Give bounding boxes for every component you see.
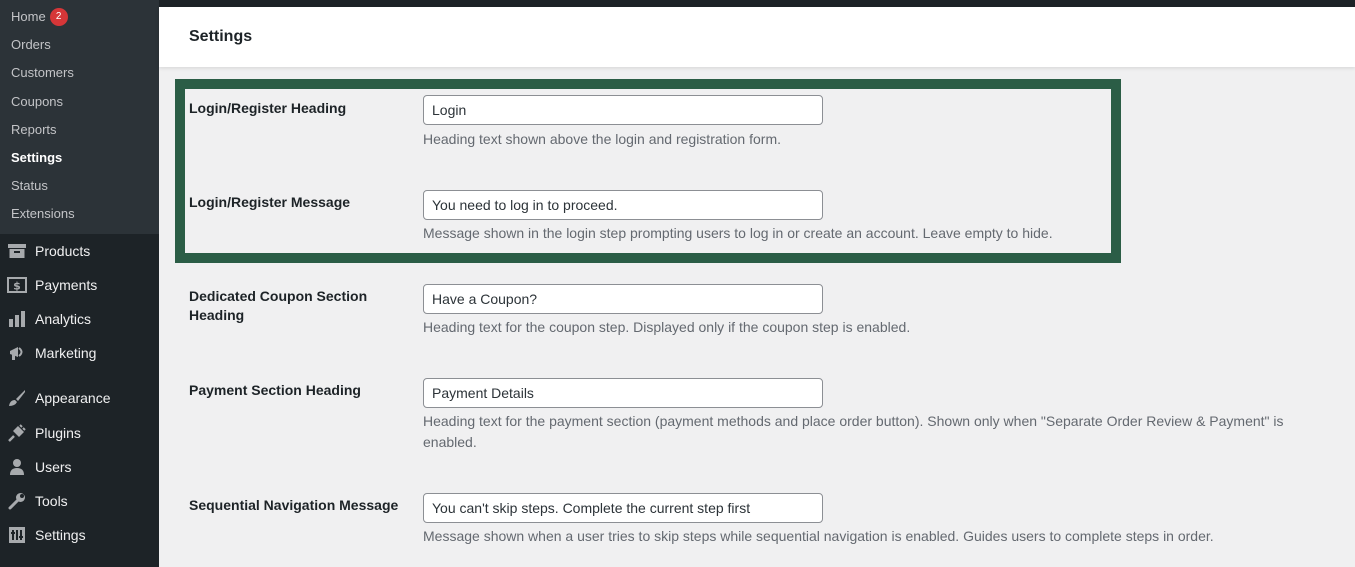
menu-item-settings[interactable]: Settings	[0, 518, 159, 552]
field-description: Heading text for the coupon step. Displa…	[423, 319, 911, 335]
login-message-input[interactable]	[423, 190, 823, 220]
plugins-icon	[7, 423, 27, 443]
field-description: Message shown when a user tries to skip …	[423, 528, 1214, 544]
woocommerce-submenu: Home 2 Orders Customers Coupons Reports S…	[0, 0, 159, 234]
svg-text:$: $	[13, 280, 21, 293]
analytics-icon	[7, 309, 27, 329]
menu-item-plugins[interactable]: Plugins	[0, 416, 159, 450]
menu-item-tools[interactable]: Tools	[0, 484, 159, 518]
field-description: Message shown in the login step promptin…	[423, 225, 1053, 241]
menu-item-users[interactable]: Users	[0, 450, 159, 484]
page-title: Settings	[189, 28, 253, 45]
users-icon	[7, 457, 27, 477]
menu-item-label: Users	[35, 459, 72, 475]
notification-badge: 2	[49, 8, 68, 26]
admin-bar	[0, 0, 1355, 7]
menu-item-payments[interactable]: $ Payments	[0, 268, 159, 302]
menu-item-label: Products	[35, 243, 91, 259]
menu-item-label: Settings	[35, 527, 86, 543]
settings-icon	[7, 525, 27, 545]
sequential-message-input[interactable]	[423, 493, 823, 523]
menu-item-label: Plugins	[35, 425, 81, 441]
field-description: Heading text for the payment section (pa…	[423, 413, 1284, 450]
page-header: Settings	[159, 7, 1355, 67]
menu-item-appearance[interactable]: Appearance	[0, 381, 159, 415]
submenu-item-label: Home	[11, 9, 46, 24]
submenu-item-coupons[interactable]: Coupons	[11, 93, 63, 111]
menu-item-label: Tools	[35, 493, 68, 509]
login-heading-input[interactable]	[423, 95, 823, 125]
marketing-icon	[7, 343, 27, 363]
submenu-item-extensions[interactable]: Extensions	[11, 205, 75, 223]
menu-item-marketing[interactable]: Marketing	[0, 336, 159, 370]
appearance-icon	[7, 388, 27, 408]
field-label-login-heading: Login/Register Heading	[189, 100, 347, 116]
menu-item-label: Payments	[35, 277, 98, 293]
submenu-item-home[interactable]: Home 2	[11, 8, 68, 26]
payments-icon: $	[7, 275, 27, 295]
submenu-item-reports[interactable]: Reports	[11, 121, 57, 139]
menu-item-products[interactable]: Products	[0, 234, 159, 268]
field-description: Heading text shown above the login and r…	[423, 131, 781, 147]
submenu-item-orders[interactable]: Orders	[11, 36, 51, 54]
tools-icon	[7, 491, 27, 511]
menu-item-analytics[interactable]: Analytics	[0, 302, 159, 336]
field-label-payment-heading: Payment Section Heading	[189, 382, 361, 398]
field-label-sequential-message: Sequential Navigation Message	[189, 497, 399, 513]
field-label-coupon-heading: Dedicated Coupon Section Heading	[189, 288, 368, 323]
submenu-item-customers[interactable]: Customers	[11, 64, 74, 82]
products-icon	[7, 241, 27, 261]
coupon-heading-input[interactable]	[423, 284, 823, 314]
admin-sidebar: Home 2 Orders Customers Coupons Reports S…	[0, 0, 159, 567]
field-label-login-message: Login/Register Message	[189, 194, 351, 210]
menu-item-label: Analytics	[35, 311, 92, 327]
submenu-item-status[interactable]: Status	[11, 177, 48, 195]
menu-item-label: Marketing	[35, 345, 97, 361]
menu-item-label: Appearance	[35, 390, 111, 406]
submenu-item-settings[interactable]: Settings	[11, 149, 62, 167]
payment-heading-input[interactable]	[423, 378, 823, 408]
